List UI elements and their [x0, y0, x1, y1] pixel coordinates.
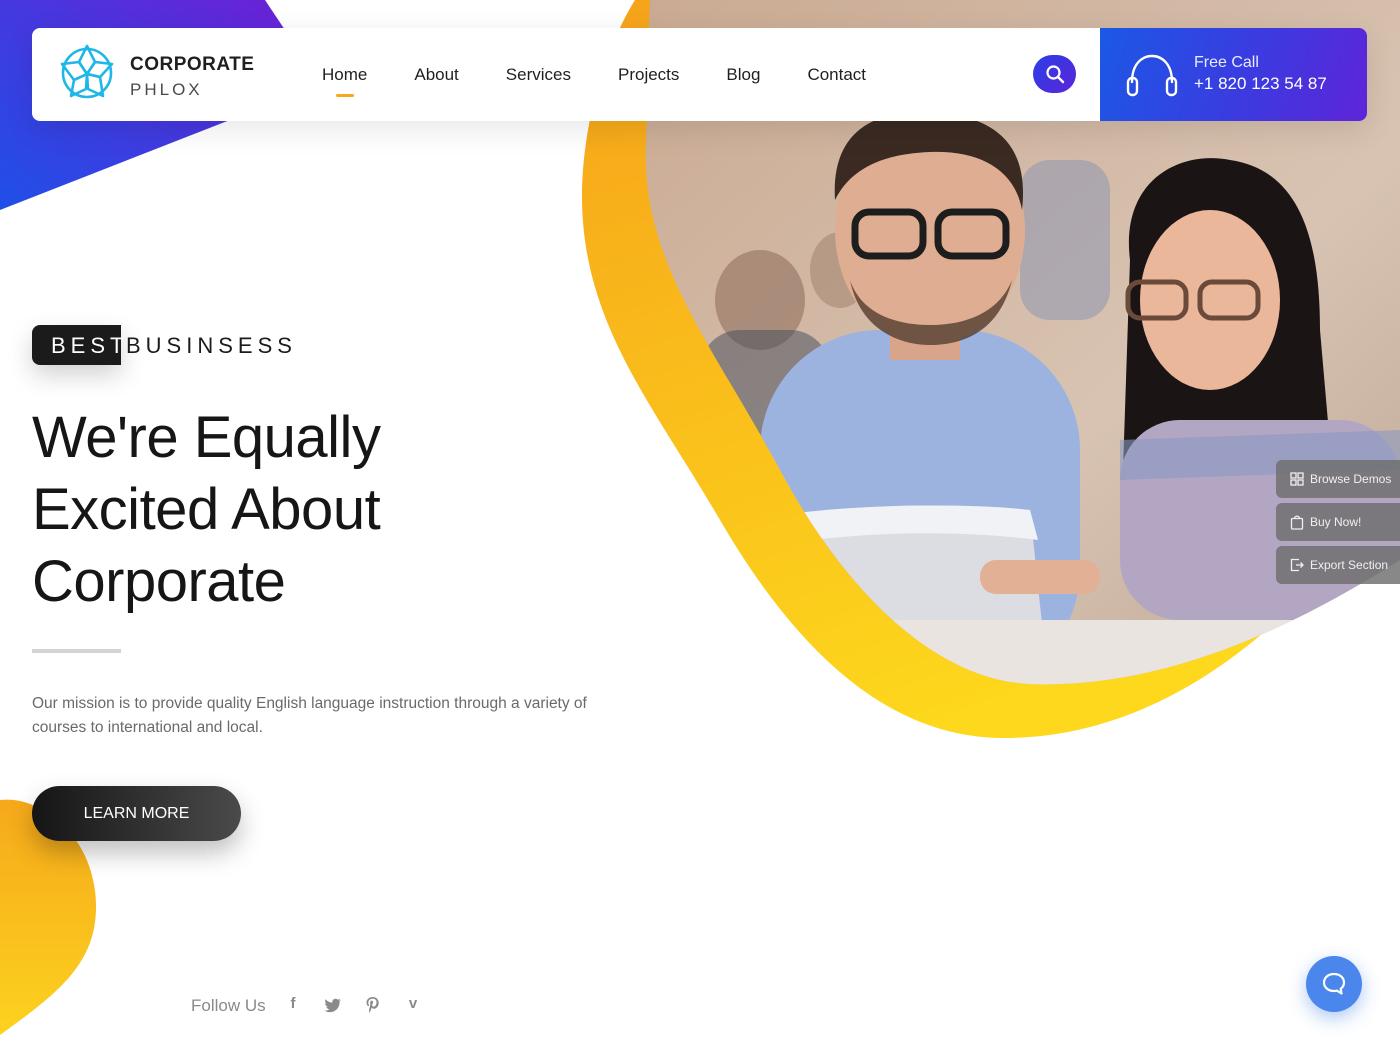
search-button[interactable] — [1033, 55, 1076, 93]
nav-item-home[interactable]: Home — [322, 65, 367, 85]
learn-more-button[interactable]: LEARN MORE — [32, 786, 241, 841]
export-section-button[interactable]: Export Section — [1276, 546, 1400, 584]
browse-demos-button[interactable]: Browse Demos — [1276, 460, 1400, 498]
brand-subname: PHLOX — [130, 80, 203, 99]
export-section-label: Export Section — [1310, 558, 1389, 572]
lotus-logo-icon — [60, 44, 114, 99]
chat-bubble-icon — [1322, 972, 1346, 995]
search-icon — [1045, 65, 1064, 84]
buy-now-label: Buy Now! — [1310, 515, 1362, 529]
chat-button[interactable] — [1306, 956, 1362, 1012]
twitter-icon[interactable] — [323, 995, 343, 1015]
logo[interactable]: CORPORATE PHLOX — [54, 40, 294, 108]
hero-title: We're Equally Excited About Corporate — [32, 402, 592, 618]
hero-title-line-1: We're Equally — [32, 405, 381, 470]
browse-demos-label: Browse Demos — [1310, 472, 1392, 486]
tag-highlight: BEST — [51, 333, 129, 358]
free-call-panel[interactable]: Free Call +1 820 123 54 87 — [1100, 28, 1367, 121]
vimeo-icon[interactable]: v — [403, 995, 423, 1015]
nav-item-services[interactable]: Services — [506, 65, 571, 85]
hero-description: Our mission is to provide quality Englis… — [32, 695, 587, 736]
brand-name: CORPORATE — [130, 54, 255, 75]
nav-item-about[interactable]: About — [414, 65, 458, 85]
export-icon — [1290, 558, 1304, 572]
free-call-label: Free Call — [1194, 54, 1259, 71]
buy-now-button[interactable]: Buy Now! — [1276, 503, 1400, 541]
pinterest-icon[interactable] — [363, 995, 383, 1015]
grid-icon — [1290, 472, 1304, 486]
nav-item-blog[interactable]: Blog — [726, 65, 760, 85]
facebook-icon[interactable]: f — [283, 995, 303, 1015]
follow-us-label: Follow Us — [191, 996, 266, 1015]
hero-title-line-2: Excited About — [32, 477, 381, 542]
shopping-bag-icon — [1290, 515, 1304, 530]
nav-item-projects[interactable]: Projects — [618, 65, 679, 85]
site-header: CORPORATE PHLOX Home About Services Proj… — [32, 28, 1367, 121]
phone-number[interactable]: +1 820 123 54 87 — [1194, 74, 1327, 94]
hero-divider — [32, 649, 121, 653]
hero-title-line-3: Corporate — [32, 549, 286, 614]
tag-text: BUSINSESS — [126, 333, 297, 358]
nav-item-contact[interactable]: Contact — [807, 65, 866, 85]
main-nav: Home About Services Projects Blog Contac… — [322, 28, 889, 121]
headphones-icon — [1126, 54, 1178, 97]
